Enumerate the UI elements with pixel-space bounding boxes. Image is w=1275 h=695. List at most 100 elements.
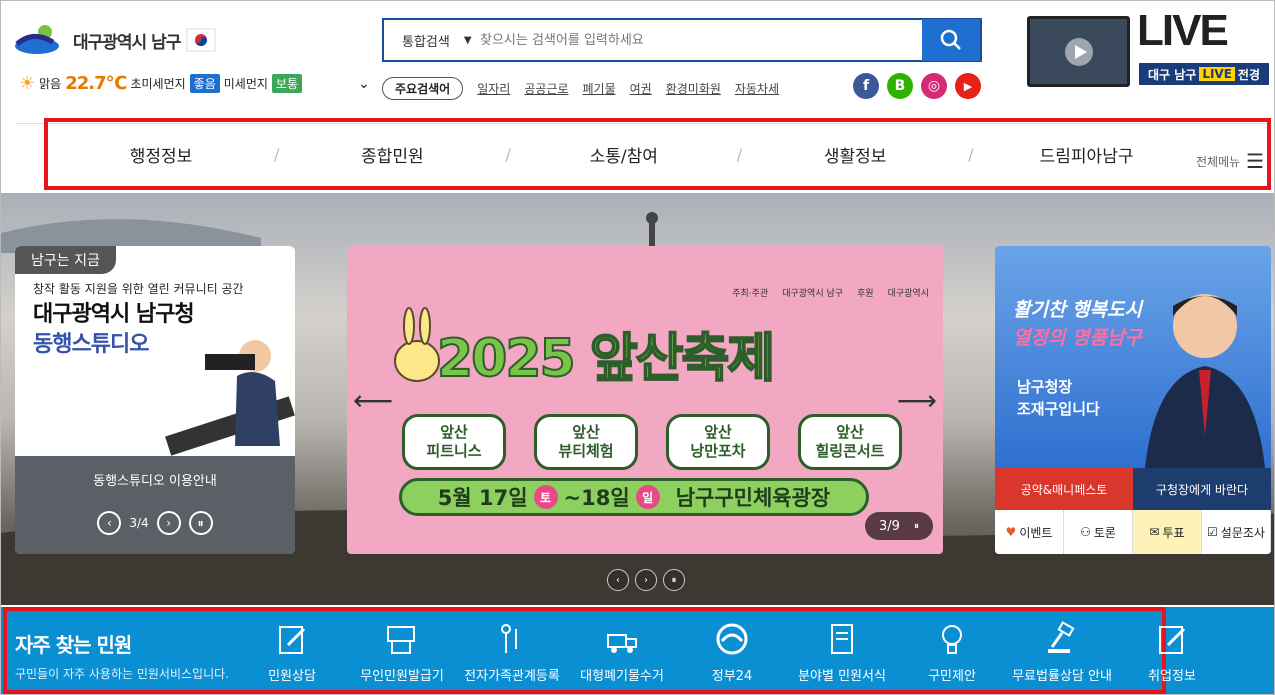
logo-text: 대구광역시 남구 (73, 32, 181, 53)
nav-item-civil[interactable]: 종합민원 (279, 142, 505, 167)
all-menu-button[interactable]: 전체메뉴 ☰ (1196, 149, 1264, 173)
request-button[interactable]: 구청장에게 바란다 (1133, 468, 1271, 510)
banner-prev-arrow[interactable]: ⟵ (353, 384, 393, 417)
truck-icon (607, 634, 637, 653)
family-tree-icon (501, 624, 517, 653)
mayor-banner[interactable]: 활기찬 행복도시 열정의 명품남구 남구청장 조재구입니다 (995, 246, 1271, 468)
event-button[interactable]: ♥ 이벤트 (995, 510, 1064, 554)
dust-badge: 보통 (271, 74, 303, 93)
news-caption: 동행스튜디오 이용안내 (93, 474, 217, 489)
main-nav: 행정정보 / 종합민원 / 소통/참여 / 생활정보 / 드림피아남구 (44, 118, 1271, 190)
civil-services-list: 민원상담 무인민원발급기 전자가족관계등록 대형폐기물수거 정부24 분야별 민… (237, 621, 1227, 684)
blog-icon[interactable]: B (887, 73, 913, 99)
live-tag: LIVE (1199, 67, 1235, 81)
quick-link-consult[interactable]: 민원상담 (237, 621, 347, 684)
pledge-button[interactable]: 공약&매니페스토 (995, 468, 1133, 510)
keyword-link[interactable]: 공공근로 (524, 80, 568, 97)
keyword-link[interactable]: 여권 (630, 80, 652, 97)
hero-controls: ‹ › ⏸ (607, 569, 685, 591)
mayor-name: 남구청장 조재구입니다 (1017, 378, 1100, 418)
pause-icon[interactable]: ⏸ (914, 521, 919, 532)
civil-services-subtitle: 구민들이 자주 사용하는 민원서비스입니다. (15, 667, 229, 681)
site-logo[interactable]: 대구광역시 남구 (13, 19, 243, 61)
live-video-thumbnail[interactable] (1027, 16, 1130, 87)
banner-hosts: 주최·주관 대구광역시 남구 후원 대구광역시 (732, 286, 929, 299)
temperature: 22.7℃ (65, 73, 127, 94)
sponsor-name: 대구광역시 (887, 289, 929, 299)
nav-item-dreampia[interactable]: 드림피아남구 (974, 142, 1200, 167)
quick-link-proposal[interactable]: 구민제안 (897, 621, 1007, 684)
keyword-link[interactable]: 자동차세 (735, 80, 779, 97)
weather-widget: ☀ 맑음 22.7℃ 초미세먼지 좋음 미세먼지 보통 ⌄ (19, 73, 370, 94)
ballot-icon: ✉ (1149, 525, 1160, 539)
program-tile: 앞산 피트니스 (402, 414, 506, 470)
sun-icon: ☀ (19, 73, 36, 94)
play-icon (1064, 37, 1093, 66)
banner-pager: 3/9 ⏸ (865, 512, 933, 540)
news-card[interactable]: 남구는 지금 창작 활동 지원을 위한 열린 커뮤니티 공간 대구광역시 남구청… (15, 246, 295, 554)
quick-link-jobs[interactable]: 취업정보 (1117, 621, 1227, 684)
program-tile: 앞산 힐링콘서트 (798, 414, 902, 470)
kiosk-icon (387, 626, 415, 654)
search-scope-label: 통합검색 (402, 34, 450, 50)
quick-link-gov24[interactable]: 정부24 (677, 621, 787, 684)
gavel-icon (1048, 621, 1075, 653)
host-name: 대구광역시 남구 (782, 289, 844, 299)
nav-item-communication[interactable]: 소통/참여 (511, 142, 737, 167)
live-caption[interactable]: 대구 남구 LIVE 전경 (1139, 63, 1269, 85)
host-label: 주최·주관 (732, 289, 769, 299)
banner-next-arrow[interactable]: ⟶ (897, 384, 937, 417)
program-tile: 앞산 뷰티체험 (534, 414, 638, 470)
youtube-icon[interactable]: ▶ (955, 73, 981, 99)
namgu-emblem-icon (15, 25, 59, 54)
festival-date: 5월 17일 토 ~18일 일 남구구민체육광장 (399, 478, 869, 516)
search-scope-select[interactable]: 통합검색 ▼ (384, 31, 474, 50)
vote-button[interactable]: ✉ 투표 (1133, 510, 1202, 554)
popular-keywords: 주요검색어 일자리 공공근로 폐기물 여권 환경미화원 자동차세 (382, 77, 779, 100)
hero-prev-button[interactable]: ‹ (607, 569, 629, 591)
program-tile: 앞산 낭만포차 (666, 414, 770, 470)
festival-title: 2025 앞산축제 (436, 328, 776, 390)
all-menu-label: 전체메뉴 (1196, 154, 1241, 169)
quick-link-forms[interactable]: 분야별 민원서식 (787, 621, 897, 684)
weather-expand-icon[interactable]: ⌄ (358, 76, 370, 92)
nav-item-life[interactable]: 생활정보 (742, 142, 968, 167)
pencil-document-icon (279, 626, 306, 654)
live-title: LIVE (1137, 6, 1229, 55)
survey-button[interactable]: ☑ 설문조사 (1202, 510, 1271, 554)
checklist-icon: ☑ (1207, 525, 1218, 539)
civil-services-title: 자주 찾는 민원 (15, 633, 132, 657)
chevron-down-icon: ▼ (463, 34, 472, 46)
debate-button[interactable]: ⚇ 토론 (1064, 510, 1133, 554)
hamburger-icon: ☰ (1246, 149, 1265, 173)
next-button[interactable]: › (156, 511, 181, 535)
form-document-icon (831, 624, 853, 654)
gov24-logo-icon (716, 623, 748, 655)
live-caption-pre: 대구 남구 (1147, 67, 1197, 82)
mayor-photo (1145, 294, 1265, 468)
nav-item-admin[interactable]: 행정정보 (48, 142, 274, 167)
search-input[interactable] (474, 32, 922, 48)
quick-link-legal[interactable]: 무료법률상담 안내 (1007, 621, 1117, 684)
keyword-link[interactable]: 환경미화원 (666, 80, 721, 97)
keyword-link[interactable]: 일자리 (477, 80, 510, 97)
prev-button[interactable]: ‹ (97, 511, 122, 535)
search-bar: 통합검색 ▼ (382, 18, 982, 62)
sponsor-label: 후원 (857, 289, 874, 299)
fine-dust-badge: 좋음 (189, 74, 220, 93)
keywords-title: 주요검색어 (382, 77, 464, 100)
search-icon (940, 29, 961, 50)
pause-button[interactable]: ⏸ (188, 511, 213, 535)
news-subtitle: 창작 활동 지원을 위한 열린 커뮤니티 공간 (33, 282, 244, 296)
instagram-icon[interactable]: ◎ (921, 73, 947, 99)
hero-pause-button[interactable]: ⏸ (663, 569, 685, 591)
quick-link-kiosk[interactable]: 무인민원발급기 (347, 621, 457, 684)
search-button[interactable] (922, 19, 980, 61)
keyword-link[interactable]: 폐기물 (583, 80, 616, 97)
facebook-icon[interactable]: f (853, 73, 879, 99)
quick-link-family[interactable]: 전자가족관계등록 (457, 621, 567, 684)
festival-banner[interactable]: 주최·주관 대구광역시 남구 후원 대구광역시 2025 앞산축제 앞산 피트니스… (347, 246, 943, 554)
pencil-document-icon (1159, 626, 1186, 654)
quick-link-waste[interactable]: 대형폐기물수거 (567, 621, 677, 684)
hero-next-button[interactable]: › (635, 569, 657, 591)
